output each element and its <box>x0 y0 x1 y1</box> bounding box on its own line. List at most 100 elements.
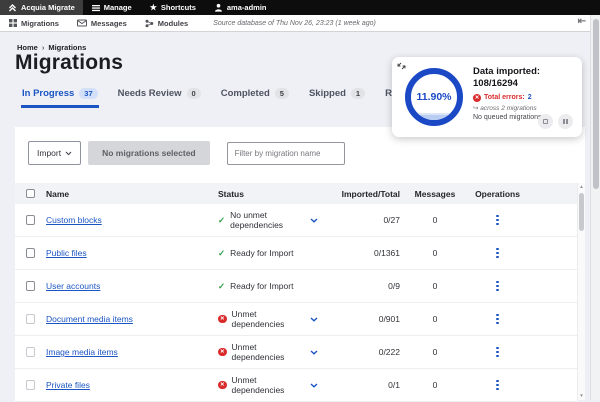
acquia-logo-icon <box>8 3 17 12</box>
pause-button[interactable] <box>558 114 573 129</box>
messages-count: 0 <box>432 380 438 390</box>
row-checkbox[interactable] <box>25 215 36 225</box>
operations-menu-button[interactable] <box>494 345 500 359</box>
tab-label: Completed <box>220 88 270 99</box>
row-checkbox[interactable] <box>25 281 36 291</box>
tab-skipped[interactable]: Skipped 1 <box>308 86 366 108</box>
expand-chevron-icon[interactable] <box>310 382 318 388</box>
error-icon: ✕ <box>473 93 481 102</box>
collapse-card-icon[interactable] <box>397 62 406 71</box>
admin-toolbar: Acquia Migrate Manage ★ Shortcuts ama-ad… <box>0 0 600 15</box>
header-messages: Messages <box>414 188 456 199</box>
progress-ring: 11.90% <box>405 68 463 126</box>
filter-input[interactable] <box>226 141 345 165</box>
error-icon: ✕ <box>218 314 227 324</box>
tab-count-badge: 37 <box>79 88 98 99</box>
messages-count: 0 <box>432 215 438 225</box>
expand-chevron-icon[interactable] <box>310 316 318 322</box>
row-checkbox[interactable] <box>25 347 36 357</box>
operations-menu-button[interactable] <box>494 312 500 326</box>
header-imported-total: Imported/Total <box>341 188 400 199</box>
tab-completed[interactable]: Completed 5 <box>220 86 290 108</box>
total-errors-link[interactable]: 2 <box>528 94 532 101</box>
envelope-icon <box>76 19 87 27</box>
imported-total-value: 0/27 <box>383 215 400 225</box>
queue-control-buttons <box>538 114 573 129</box>
table-scrollbar-thumb[interactable] <box>579 193 584 231</box>
progress-percent: 11.90% <box>416 91 452 103</box>
selection-status-button[interactable]: No migrations selected <box>88 141 210 165</box>
tab-needs-review[interactable]: Needs Review 0 <box>117 86 202 108</box>
table-scrollbar: ▲ ▼ <box>577 183 585 400</box>
table-row: Custom blocks ✓ No unmet dependencies 0/… <box>15 204 577 237</box>
toolbar-item-acquia-migrate[interactable]: Acquia Migrate <box>0 0 83 15</box>
table-header-row: Name Status Imported/Total Messages Oper… <box>15 183 577 204</box>
chevron-down-icon <box>65 151 72 156</box>
progress-fill <box>411 113 457 120</box>
row-checkbox[interactable] <box>25 314 36 324</box>
grid-icon <box>9 19 17 27</box>
data-imported-count: 108/16294 <box>473 78 518 90</box>
source-database-note: Source database of Thu Nov 26, 23:23 (1 … <box>213 19 376 27</box>
error-icon: ✕ <box>218 347 227 357</box>
expand-chevron-icon[interactable] <box>310 349 318 355</box>
operations-menu-button[interactable] <box>494 213 500 227</box>
table-row: Private files ✕ Unmet dependencies 0/1 0 <box>15 369 577 402</box>
tab-in-progress[interactable]: In Progress 37 <box>21 86 99 108</box>
migration-name-link[interactable]: Public files <box>46 248 87 258</box>
migration-name-link[interactable]: User accounts <box>46 281 100 291</box>
shortcuts-label: Shortcuts <box>160 3 196 12</box>
check-icon: ✓ <box>218 247 226 258</box>
status-text: Unmet dependencies <box>231 342 285 362</box>
tab-count-badge: 0 <box>186 88 201 99</box>
status-text: Ready for Import <box>230 248 294 258</box>
messages-label: Messages <box>90 18 127 28</box>
star-icon: ★ <box>149 2 157 12</box>
tab-label: In Progress <box>22 88 75 99</box>
manage-label: Manage <box>103 3 132 12</box>
toolbar-item-modules[interactable]: Modules <box>136 19 197 28</box>
row-checkbox[interactable] <box>25 380 36 390</box>
operations-menu-button[interactable] <box>494 246 500 260</box>
messages-count: 0 <box>432 281 438 291</box>
migrations-table: Name Status Imported/Total Messages Oper… <box>15 183 577 402</box>
modules-label: Modules <box>157 18 189 28</box>
toolbar-item-migrations[interactable]: Migrations <box>0 19 68 28</box>
across-migrations-text: across 2 migrations <box>480 104 537 112</box>
check-icon: ✓ <box>218 280 226 291</box>
toolbar-collapse-icon[interactable]: ⇤ <box>578 16 586 27</box>
migration-name-link[interactable]: Document media items <box>46 314 133 324</box>
messages-count: 0 <box>432 347 438 357</box>
messages-count: 0 <box>432 314 438 324</box>
toolbar-item-messages[interactable]: Messages <box>68 19 136 28</box>
stop-button[interactable] <box>538 114 553 129</box>
migration-name-link[interactable]: Private files <box>46 380 90 390</box>
progress-ring-inner: 11.90% <box>411 74 457 120</box>
select-all-checkbox[interactable] <box>25 188 36 199</box>
row-checkbox[interactable] <box>25 248 36 258</box>
operations-menu-button[interactable] <box>494 279 500 293</box>
migrate-toolbar: Migrations Messages Modules Source datab… <box>0 15 600 32</box>
user-icon <box>214 3 223 12</box>
import-dropdown-button[interactable]: Import <box>28 141 82 165</box>
total-errors-label: Total errors: <box>484 94 525 102</box>
scroll-down-icon[interactable]: ▼ <box>578 392 585 400</box>
operations-menu-button[interactable] <box>494 378 500 392</box>
import-summary-card: 11.90% Data imported: 108/16294 ✕ Total … <box>392 57 582 137</box>
tab-count-badge: 1 <box>350 88 366 99</box>
toolbar-item-user[interactable]: ama-admin <box>205 0 276 15</box>
migration-name-link[interactable]: Custom blocks <box>46 215 102 225</box>
branch-arrow-icon: ↪ <box>473 104 479 112</box>
toolbar-item-manage[interactable]: Manage <box>83 0 141 15</box>
user-label: ama-admin <box>226 3 267 12</box>
imported-total-value: 0/9 <box>388 281 400 291</box>
bulk-actions-bar: Import No migrations selected <box>28 141 345 165</box>
data-imported-heading: Data imported: 108/16294 <box>473 66 575 91</box>
toolbar-item-shortcuts[interactable]: ★ Shortcuts <box>141 0 205 15</box>
migration-name-link[interactable]: Image media items <box>46 347 118 357</box>
migrations-label: Migrations <box>21 18 59 28</box>
expand-chevron-icon[interactable] <box>310 217 318 223</box>
scroll-up-icon[interactable]: ▲ <box>578 183 585 191</box>
error-icon: ✕ <box>218 380 227 390</box>
page-scrollbar-thumb[interactable] <box>592 19 599 189</box>
